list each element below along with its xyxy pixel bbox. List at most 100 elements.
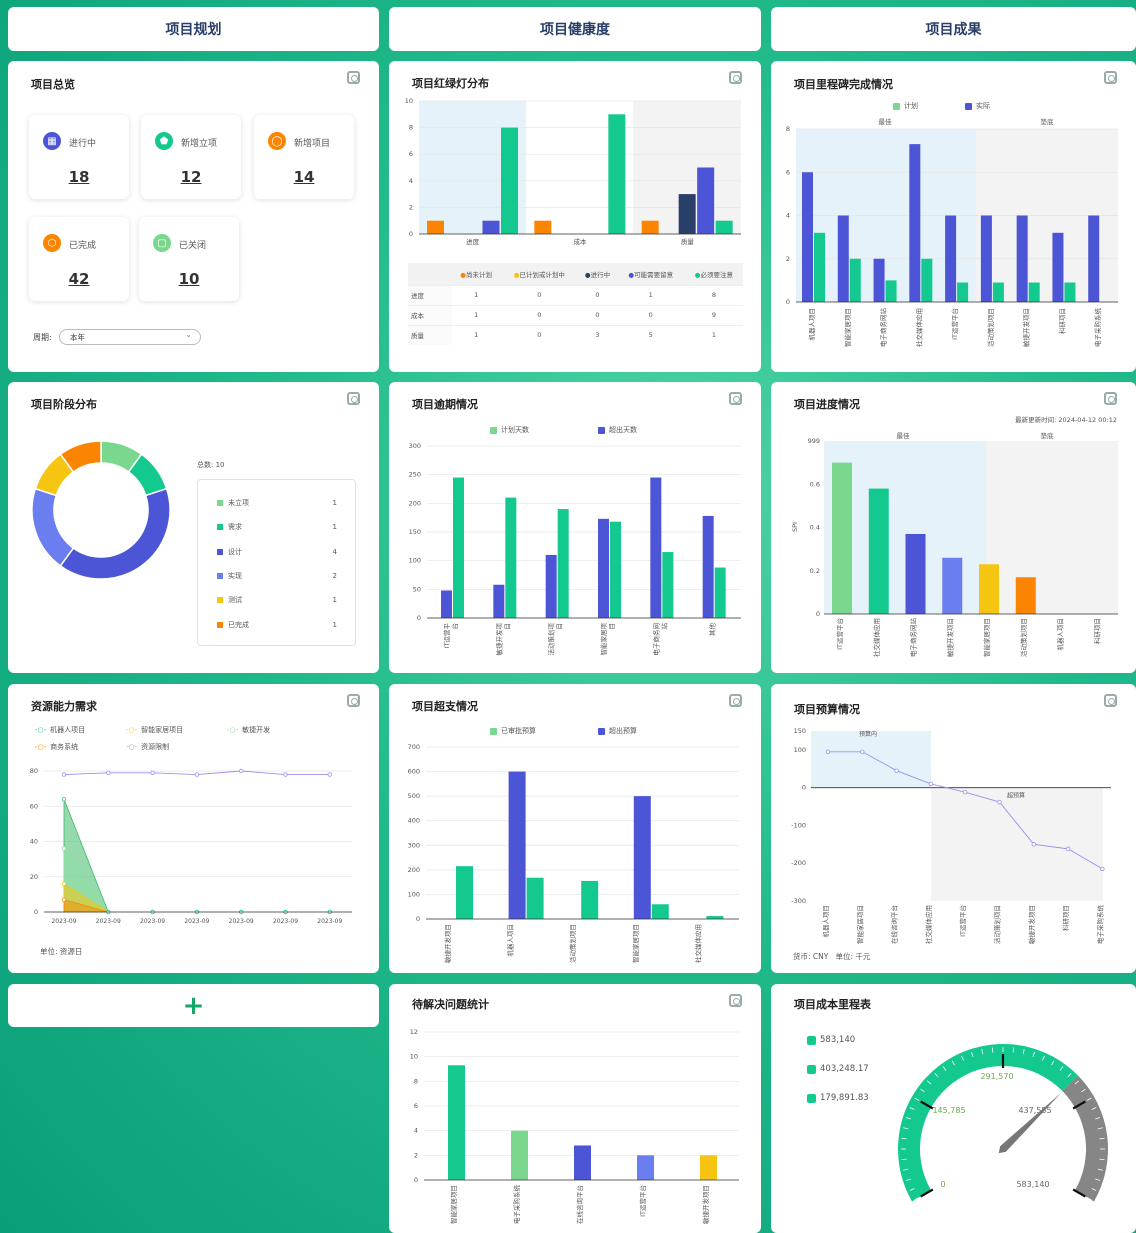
stat-label: 新增项目 — [294, 139, 331, 149]
table-header-row: ●尚未计划 ●已计划或计划中 ●进行中 ●可能需要留意 ●必须要注意 — [408, 263, 743, 285]
x-tick-label: 社交媒体应用 — [924, 905, 933, 944]
legend-label: 未立项 — [228, 499, 249, 507]
legend-used[interactable]: 403,248.17 — [807, 1064, 869, 1074]
x-tick-label: 电子采购系统 — [1093, 308, 1102, 348]
legend-limit[interactable]: -○- 资源限制 — [126, 742, 169, 752]
y-tick-label: 700 — [408, 743, 420, 751]
legend-item[interactable]: 设计 4 — [217, 547, 337, 557]
legend-approved[interactable]: 已审批预算 — [490, 726, 536, 736]
y-tick-label: 80 — [30, 767, 38, 775]
x-tick-label: 科研项目 — [1092, 618, 1101, 644]
data-point — [61, 897, 67, 902]
legend-actual[interactable]: 实际 — [965, 101, 990, 111]
bar — [608, 114, 626, 234]
traffic-light-panel: 项目红绿灯分布 0 2 4 6 8 10 进度 成本 质量 ●尚未计划 ●已计划或计划中 ●进行… — [389, 61, 761, 372]
y-tick-label: -100 — [791, 821, 806, 829]
table-header: ●可能需要留意 — [616, 263, 685, 285]
legend-robot[interactable]: -○- 机器人项目 — [35, 725, 85, 735]
stat-value[interactable]: 12 — [141, 168, 241, 186]
x-tick-label: IT运营平台 — [638, 1185, 647, 1217]
table-row: 进度 1 0 0 1 8 — [408, 284, 743, 305]
milestone-panel: 项目里程碑完成情况 计划 实际 最佳 垫底 0 2 4 6 8 机器人项目 智能家居项目 电子商务… — [771, 61, 1136, 372]
legend-remaining[interactable]: 179,891.83 — [807, 1093, 869, 1103]
legend-value: 1 — [332, 523, 337, 532]
bar-actual — [837, 215, 849, 302]
stat-value[interactable]: 42 — [29, 270, 129, 288]
legend-smart-home[interactable]: -○- 智能家居项目 — [126, 725, 183, 735]
overdue-panel: 项目逾期情况 计划天数 超出天数 0 50 100 150 200 250 300 IT运营平… — [389, 382, 761, 673]
legend-value: 4 — [332, 547, 337, 556]
legend-item[interactable]: 需求 1 — [217, 522, 337, 532]
table-header: ●进行中 — [578, 263, 617, 285]
y-tick-label: 8 — [414, 1077, 418, 1085]
period-select[interactable]: 本年 ⌄ — [59, 329, 201, 345]
stat-label: 进行中 — [69, 139, 97, 149]
legend-item[interactable]: 已完成 1 — [217, 620, 337, 630]
data-point — [962, 789, 968, 795]
x-tick-label: 社交媒体应用 — [693, 924, 702, 963]
bar-actual — [1052, 232, 1064, 302]
stat-new-project[interactable]: ◯ 新增项目 14 — [254, 115, 354, 199]
stat-label: 已关闭 — [179, 241, 207, 251]
bar-over — [508, 771, 526, 919]
update-time: 最新更新时间: 2024-04-12 00:12 — [1015, 416, 1117, 424]
x-tick-label: IT运营平台 — [958, 905, 967, 937]
settings-icon[interactable] — [729, 994, 742, 1007]
stat-in-progress[interactable]: ▦ 进行中 18 — [29, 115, 129, 199]
circle-icon: ◯ — [268, 132, 286, 150]
legend-plan-days[interactable]: 计划天数 — [490, 425, 529, 435]
legend-label: 测试 — [228, 596, 242, 605]
legend-agile[interactable]: -○- 敏捷开发 — [227, 725, 270, 735]
y-tick-label: 100 — [408, 890, 420, 898]
add-widget-button[interactable]: + — [8, 984, 379, 1027]
legend-over-days[interactable]: 超出天数 — [598, 425, 637, 435]
settings-icon[interactable] — [347, 392, 360, 405]
legend-business[interactable]: -○- 商务系统 — [35, 742, 78, 752]
settings-icon[interactable] — [1104, 71, 1117, 84]
stat-value[interactable]: 10 — [139, 270, 239, 288]
bar-plan — [453, 477, 464, 618]
donut-slice — [31, 487, 75, 567]
link-icon — [807, 1035, 816, 1045]
stat-value[interactable]: 18 — [29, 168, 129, 186]
stat-completed[interactable]: ⬡ 已完成 42 — [29, 217, 129, 301]
header-project-health[interactable]: 项目健康度 — [389, 7, 761, 51]
settings-icon[interactable] — [1104, 694, 1117, 707]
legend-total[interactable]: 583,140 — [807, 1035, 855, 1045]
data-point — [1031, 842, 1036, 847]
settings-icon[interactable] — [347, 71, 360, 84]
settings-icon[interactable] — [729, 71, 742, 84]
overdue-chart: 050100150200250300IT运营平台敏捷开发项目活动策划项目智能家居… — [409, 442, 741, 656]
legend-exceeded[interactable]: 超出预算 — [598, 726, 637, 736]
x-tick-label: IT运营平台 — [835, 618, 844, 650]
bar-over — [633, 796, 651, 919]
bar — [482, 220, 500, 234]
legend-plan[interactable]: 计划 — [893, 101, 918, 111]
settings-icon[interactable] — [347, 694, 360, 707]
bar-actual — [909, 144, 921, 302]
header-project-results[interactable]: 项目成果 — [771, 7, 1136, 51]
x-tick-label: 2023-09 — [317, 918, 342, 925]
y-tick-label: 10 — [410, 1053, 418, 1061]
legend-item[interactable]: 测试 1 — [217, 595, 337, 605]
data-point — [238, 768, 244, 774]
settings-icon[interactable] — [729, 694, 742, 707]
data-point — [283, 772, 288, 777]
stat-value[interactable]: 14 — [254, 168, 354, 186]
settings-icon[interactable] — [1104, 392, 1117, 405]
header-project-planning[interactable]: 项目规划 — [8, 7, 379, 51]
overview-panel: 项目总览 ▦ 进行中 18 ⬟ 新增立项 12 ◯ 新增项目 14 ⬡ 已完成 … — [8, 61, 379, 372]
legend-item[interactable]: 实现 2 — [217, 571, 337, 581]
bar-plan — [814, 232, 825, 302]
x-tick-label: 2023-09 — [184, 918, 209, 925]
legend-value: 1 — [332, 620, 337, 629]
stat-closed[interactable]: ▢ 已关闭 10 — [139, 217, 239, 301]
x-tick-label: 敏捷开发项目 — [1022, 308, 1031, 347]
stat-new-initiation[interactable]: ⬟ 新增立项 12 — [141, 115, 241, 199]
settings-icon[interactable] — [729, 392, 742, 405]
y-tick-label: 8 — [409, 124, 413, 132]
x-tick-label: 智能家居项目 — [982, 618, 991, 657]
gauge-minor-tick — [1099, 1158, 1105, 1161]
y-tick-label: 0 — [414, 1176, 418, 1184]
legend-item[interactable]: 未立项 1 — [217, 498, 337, 508]
